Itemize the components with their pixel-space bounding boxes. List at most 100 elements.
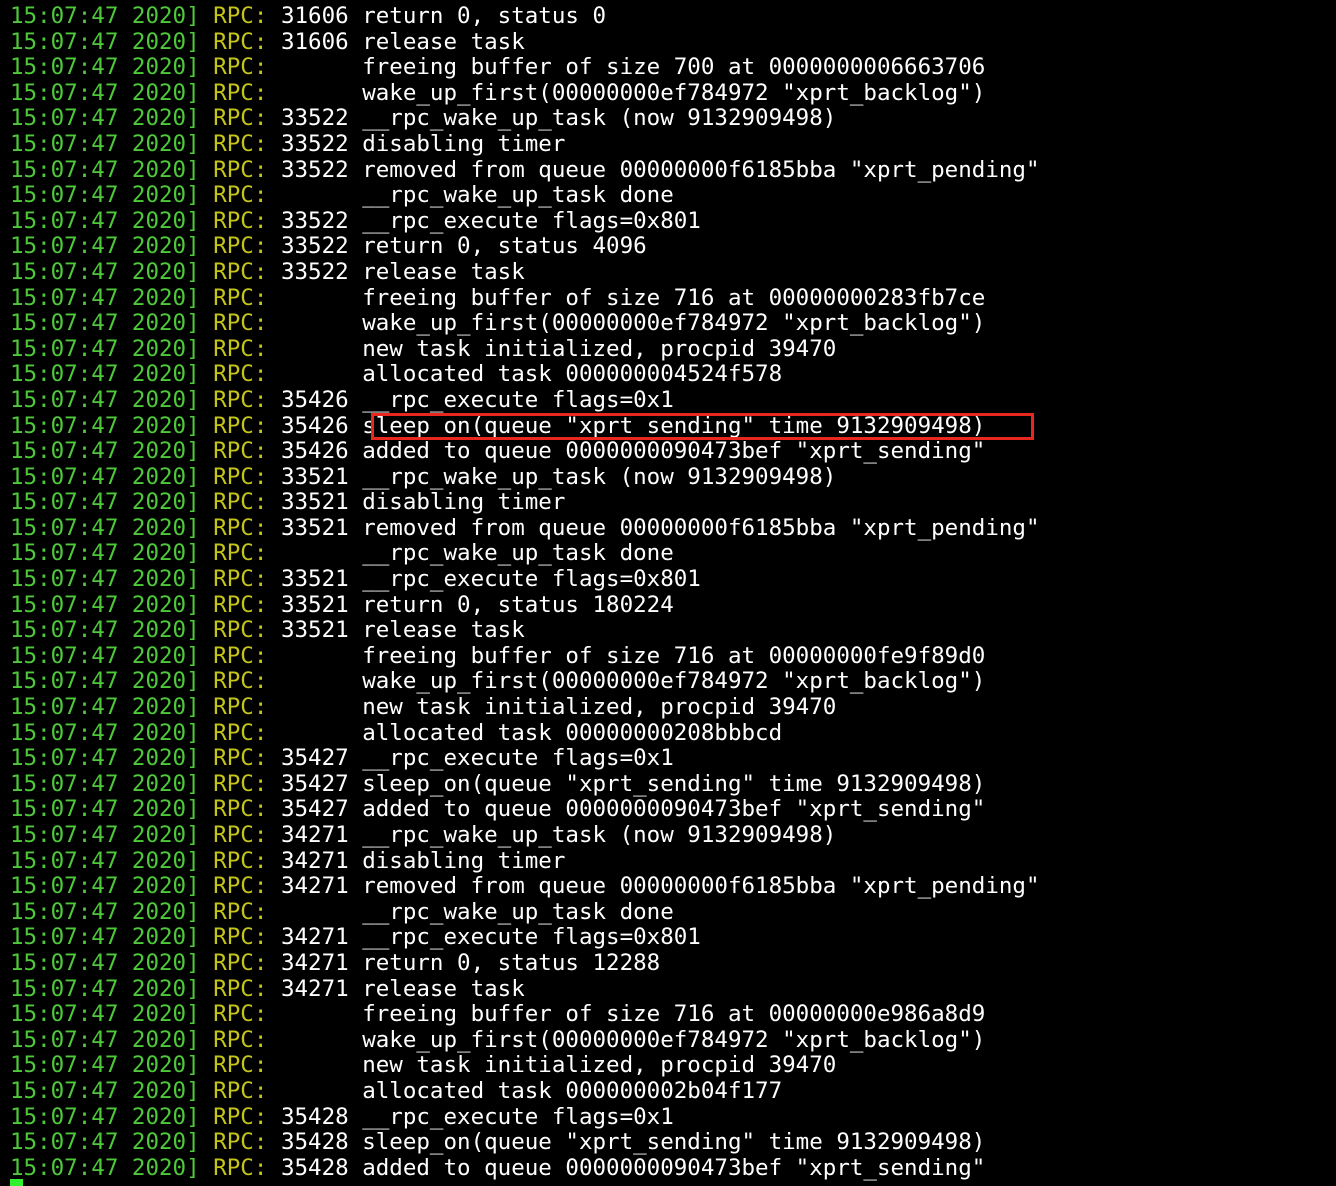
log-line: 15:07:47 2020] RPC: 35428 __rpc_execute … <box>10 1103 1040 1131</box>
log-message: added to queue 0000000090473bef "xprt_se… <box>362 1154 986 1181</box>
log-line: 15:07:47 2020] RPC: allocated task 00000… <box>10 362 1040 388</box>
log-message: allocated task 000000004524f578 <box>362 361 783 388</box>
log-line: 15:07:47 2020] RPC: 33521 return 0, stat… <box>10 591 1040 619</box>
log-message: freeing buffer of size 716 at 00000000fe… <box>362 642 986 669</box>
log-timestamp: 15:07:47 2020] <box>10 1103 200 1130</box>
log-line: 15:07:47 2020] RPC: wake_up_first(000000… <box>10 669 1040 695</box>
log-task-id: 33521 <box>280 489 349 516</box>
log-line: 15:07:47 2020] RPC: __rpc_wake_up_task d… <box>10 541 1040 567</box>
log-message: removed from queue 00000000f6185bba "xpr… <box>362 514 1040 541</box>
log-timestamp: 15:07:47 2020] <box>10 1026 200 1053</box>
prompt-line[interactable] <box>10 1179 23 1186</box>
log-message: __rpc_execute flags=0x801 <box>362 566 701 593</box>
log-output: 15:07:47 2020] RPC: 31606 return 0, stat… <box>10 3 1040 1182</box>
log-timestamp: 15:07:47 2020] <box>10 847 200 874</box>
log-task-id: 31606 <box>280 3 349 29</box>
log-timestamp: 15:07:47 2020] <box>10 540 200 567</box>
log-timestamp: 15:07:47 2020] <box>10 1129 200 1156</box>
log-tag: RPC: <box>213 924 268 951</box>
log-line: 15:07:47 2020] RPC: freeing buffer of si… <box>10 284 1040 312</box>
log-line: 15:07:47 2020] RPC: 35426 sleep_on(queue… <box>10 412 1040 440</box>
log-line: 15:07:47 2020] RPC: allocated task 00000… <box>10 1077 1040 1105</box>
log-timestamp: 15:07:47 2020] <box>10 796 200 823</box>
log-task-id: 33521 <box>280 591 349 618</box>
log-message: wake_up_first(00000000ef784972 "xprt_bac… <box>362 79 986 106</box>
log-line: 15:07:47 2020] RPC: 34271 __rpc_execute … <box>10 925 1040 951</box>
log-line: 15:07:47 2020] RPC: 34271 return 0, stat… <box>10 949 1040 977</box>
log-tag: RPC: <box>213 770 268 797</box>
log-timestamp: 15:07:47 2020] <box>10 514 200 541</box>
log-tag: RPC: <box>213 745 268 772</box>
log-tag: RPC: <box>213 258 268 285</box>
log-tag: RPC: <box>213 1026 268 1053</box>
log-tag: RPC: <box>213 28 268 55</box>
log-task-id: 34271 <box>280 924 349 951</box>
log-timestamp: 15:07:47 2020] <box>10 28 200 55</box>
log-tag: RPC: <box>213 489 268 516</box>
log-task-id: 33522 <box>280 105 349 132</box>
log-tag: RPC: <box>213 540 268 567</box>
log-timestamp: 15:07:47 2020] <box>10 1154 200 1181</box>
log-task-id: 35427 <box>280 796 349 823</box>
log-line: 15:07:47 2020] RPC: 31606 return 0, stat… <box>10 3 1040 30</box>
log-timestamp: 15:07:47 2020] <box>10 207 200 234</box>
log-timestamp: 15:07:47 2020] <box>10 566 200 593</box>
log-tag: RPC: <box>213 182 268 209</box>
log-line: 15:07:47 2020] RPC: new task initialized… <box>10 335 1040 363</box>
log-task-id: 33522 <box>280 156 349 183</box>
log-tag: RPC: <box>213 1129 268 1156</box>
log-line: 15:07:47 2020] RPC: 35426 added to queue… <box>10 438 1040 465</box>
log-tag: RPC: <box>213 642 268 669</box>
log-timestamp: 15:07:47 2020] <box>10 719 200 746</box>
log-line: 15:07:47 2020] RPC: 33522 __rpc_execute … <box>10 207 1040 235</box>
log-line: 15:07:47 2020] RPC: 33521 release task <box>10 617 1040 644</box>
log-timestamp: 15:07:47 2020] <box>10 694 200 721</box>
log-task-id: 33521 <box>280 617 349 644</box>
log-timestamp: 15:07:47 2020] <box>10 822 200 848</box>
log-message: freeing buffer of size 716 at 0000000028… <box>362 284 986 311</box>
log-message: sleep_on(queue "xprt_sending" time 91329… <box>362 412 986 439</box>
log-message: removed from queue 00000000f6185bba "xpr… <box>362 156 1040 183</box>
log-line: 15:07:47 2020] RPC: __rpc_wake_up_task d… <box>10 182 1040 209</box>
log-tag: RPC: <box>213 3 268 29</box>
log-task-id: 33522 <box>280 207 349 234</box>
log-message: __rpc_wake_up_task done <box>362 540 674 567</box>
log-line: 15:07:47 2020] RPC: wake_up_first(000000… <box>10 79 1040 107</box>
log-message: new task initialized, procpid 39470 <box>362 1052 837 1079</box>
log-tag: RPC: <box>213 591 268 618</box>
log-message: __rpc_execute flags=0x801 <box>362 924 701 951</box>
log-message: return 0, status 0 <box>362 3 607 29</box>
log-task-id: 31606 <box>280 28 349 55</box>
terminal-window[interactable]: 15:07:47 2020] RPC: 31606 return 0, stat… <box>0 0 1336 1186</box>
log-task-id: 35426 <box>280 386 349 413</box>
log-message: new task initialized, procpid 39470 <box>362 335 837 362</box>
log-message: __rpc_wake_up_task done <box>362 182 674 209</box>
log-message: added to queue 0000000090473bef "xprt_se… <box>362 438 986 465</box>
log-tag: RPC: <box>213 284 268 311</box>
log-timestamp: 15:07:47 2020] <box>10 335 200 362</box>
log-timestamp: 15:07:47 2020] <box>10 412 200 439</box>
log-message: added to queue 0000000090473bef "xprt_se… <box>362 796 986 823</box>
log-line: 15:07:47 2020] RPC: wake_up_first(000000… <box>10 1026 1040 1054</box>
log-line: 15:07:47 2020] RPC: freeing buffer of si… <box>10 642 1040 670</box>
log-tag: RPC: <box>213 361 268 388</box>
log-timestamp: 15:07:47 2020] <box>10 310 200 337</box>
log-timestamp: 15:07:47 2020] <box>10 361 200 388</box>
log-timestamp: 15:07:47 2020] <box>10 668 200 695</box>
log-timestamp: 15:07:47 2020] <box>10 924 200 951</box>
log-tag: RPC: <box>213 847 268 874</box>
log-message: __rpc_wake_up_task (now 9132909498) <box>362 105 837 132</box>
log-tag: RPC: <box>213 949 268 976</box>
log-message: return 0, status 12288 <box>362 949 661 976</box>
log-timestamp: 15:07:47 2020] <box>10 79 200 106</box>
log-message: wake_up_first(00000000ef784972 "xprt_bac… <box>362 668 986 695</box>
log-task-id: 35428 <box>280 1103 349 1130</box>
log-task-id: 34271 <box>280 975 349 1002</box>
log-timestamp: 15:07:47 2020] <box>10 591 200 618</box>
log-tag: RPC: <box>213 386 268 413</box>
log-tag: RPC: <box>213 617 268 644</box>
log-tag: RPC: <box>213 514 268 541</box>
log-task-id: 35427 <box>280 745 349 772</box>
log-line: 15:07:47 2020] RPC: 35428 added to queue… <box>10 1154 1040 1182</box>
log-tag: RPC: <box>213 1077 268 1104</box>
